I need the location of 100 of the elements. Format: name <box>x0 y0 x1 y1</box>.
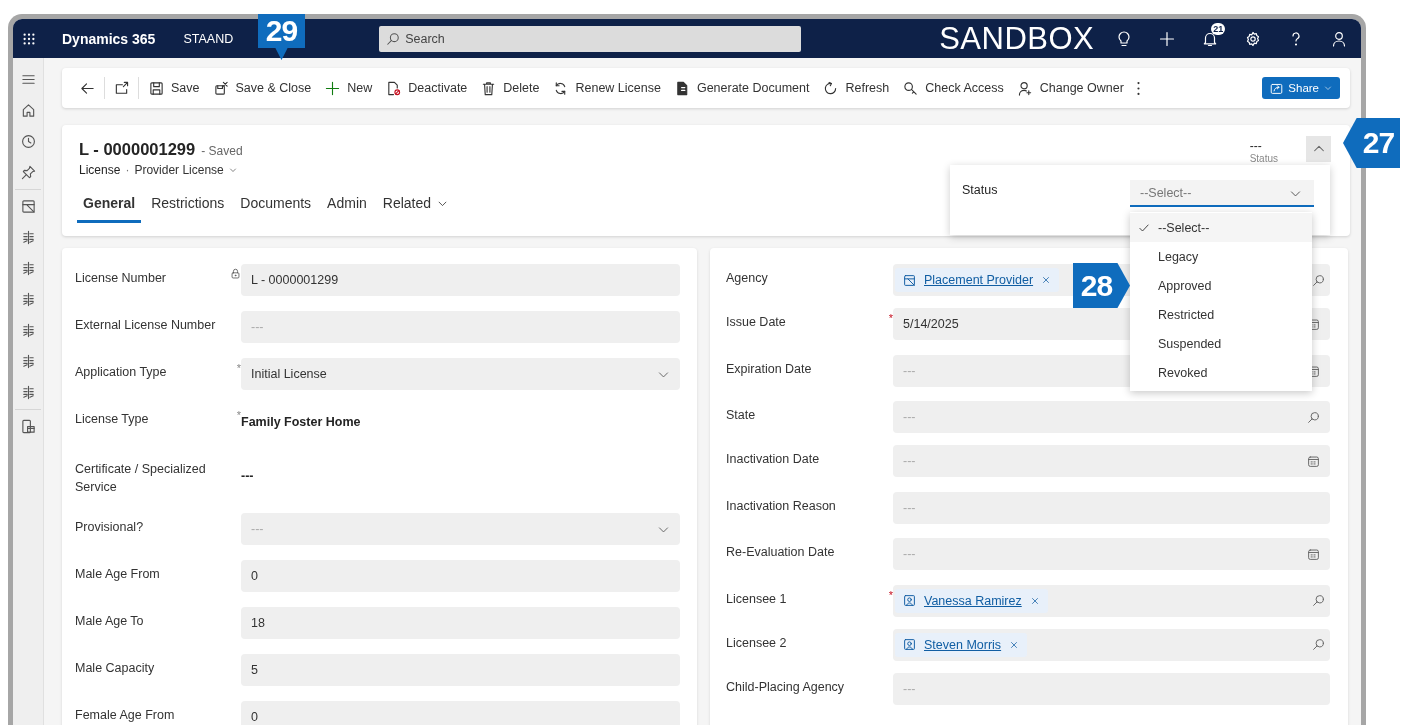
command-button[interactable]: Deactivate <box>379 73 475 103</box>
header-label: Status <box>1249 153 1278 165</box>
input-field[interactable]: --- <box>893 538 1330 570</box>
menu-icon <box>20 72 36 87</box>
field-label: Certificate / Specialized Service <box>75 461 207 496</box>
calendar-icon <box>1307 455 1320 468</box>
save-status: - Saved <box>201 144 243 158</box>
document-icon <box>20 419 36 434</box>
dropdown-option[interactable]: Revoked <box>1130 358 1312 387</box>
search-icon <box>1312 638 1325 651</box>
lookup-tag[interactable]: Placement Provider <box>895 268 1060 292</box>
pin-icon <box>20 165 36 180</box>
command-button[interactable]: Save & Close <box>206 73 319 103</box>
field-value: Family Foster Home <box>241 415 362 429</box>
lookup-field[interactable]: --- <box>893 401 1330 433</box>
field-label: Expiration Date <box>726 360 813 378</box>
input-field[interactable]: L - 0000001299 <box>241 264 680 296</box>
field-label: Re-Evaluation Date <box>726 544 836 561</box>
contact-icon <box>903 594 916 607</box>
grid-icon <box>20 261 36 276</box>
search-icon <box>1307 411 1320 424</box>
tab[interactable]: Restrictions <box>145 189 231 223</box>
command-button[interactable]: Refresh <box>816 73 897 103</box>
search-icon <box>386 31 401 46</box>
clock-icon <box>20 134 36 149</box>
grid-icon <box>20 292 36 307</box>
field-value: --- <box>241 468 255 483</box>
form-selector[interactable]: Provider License <box>134 163 237 177</box>
input-field[interactable]: 18 <box>241 607 680 639</box>
command-button[interactable]: Save <box>142 73 207 103</box>
command-button[interactable]: Change Owner <box>1010 73 1131 103</box>
lookup-field[interactable]: Steven Morris <box>893 628 1330 661</box>
field-label: Licensee 1 <box>726 590 788 608</box>
document-icon <box>674 80 690 96</box>
calendar-icon <box>1307 548 1320 561</box>
refresh-icon <box>823 80 839 96</box>
field-label: Provisional? <box>75 519 145 536</box>
field-label: Status <box>962 183 999 197</box>
required-mark: * <box>888 588 893 601</box>
share-icon <box>1270 81 1284 95</box>
input-field[interactable]: --- <box>893 491 1330 524</box>
dropdown-field[interactable]: Initial License <box>241 358 680 390</box>
deactivate-icon <box>386 80 402 96</box>
field-label: License Type <box>75 411 150 428</box>
tab[interactable]: Admin <box>321 189 373 223</box>
lookup-tag[interactable]: Vanessa Ramirez <box>895 588 1048 613</box>
input-field[interactable]: 0 <box>241 560 680 592</box>
input-field[interactable]: --- <box>241 311 680 343</box>
tab[interactable]: General <box>77 189 142 223</box>
field-label: Application Type <box>75 364 168 381</box>
back-arrow-icon <box>80 80 95 96</box>
field-label: Agency <box>726 270 769 287</box>
command-button[interactable]: New <box>318 73 380 103</box>
dropdown-option[interactable]: --Select-- <box>1130 213 1312 242</box>
input-field[interactable]: --- <box>893 445 1330 477</box>
record-link[interactable]: Vanessa Ramirez <box>924 593 1022 608</box>
search-field[interactable]: Search <box>379 25 802 52</box>
tab[interactable]: Documents <box>234 189 318 223</box>
field-label: External License Number <box>75 317 217 334</box>
input-field[interactable]: 5 <box>241 654 680 686</box>
field-label: Male Age To <box>75 613 145 630</box>
record-link[interactable]: Placement Provider <box>924 273 1034 287</box>
record-link[interactable]: Steven Morris <box>924 637 1002 652</box>
command-button[interactable]: Check Access <box>896 73 1011 103</box>
command-button[interactable]: Renew License <box>546 73 668 103</box>
input-field[interactable]: --- <box>893 672 1330 705</box>
grid-icon <box>20 354 36 369</box>
command-button[interactable]: Generate Document <box>667 73 817 103</box>
field-label: Inactivation Date <box>726 451 821 468</box>
settings-icon <box>1244 30 1261 47</box>
lookup-tag[interactable]: Steven Morris <box>895 632 1028 657</box>
caret-icon <box>1324 84 1332 92</box>
tab[interactable]: Related <box>376 189 455 223</box>
grid-icon <box>20 385 36 400</box>
check-icon <box>1138 221 1150 234</box>
entity-icon <box>20 199 36 214</box>
contact-icon <box>903 638 916 651</box>
field-label: Issue Date <box>726 314 787 331</box>
lookup-field[interactable]: Vanessa Ramirez <box>893 584 1330 617</box>
dropdown-field[interactable]: --- <box>241 513 680 545</box>
save-close-icon <box>213 80 229 96</box>
input-field[interactable]: 0 <box>241 701 680 725</box>
app-name[interactable]: Dynamics 365 <box>62 30 156 47</box>
share-button[interactable]: Share <box>1262 77 1340 99</box>
lightbulb-icon <box>1115 30 1132 47</box>
field-label: Licensee 2 <box>726 634 788 652</box>
grid-icon <box>20 323 36 338</box>
dropdown-field[interactable]: --Select-- <box>1130 180 1314 207</box>
trash-icon <box>481 80 497 96</box>
remove-icon <box>1041 275 1052 285</box>
search-icon <box>1312 273 1325 287</box>
separator: · <box>125 163 130 177</box>
field-label: Male Age From <box>75 566 161 583</box>
header-value: --- <box>1249 140 1262 153</box>
bell-button[interactable]: 21 <box>1196 25 1224 52</box>
plus-icon <box>1158 30 1175 47</box>
field-label: State <box>726 407 757 424</box>
save-icon <box>149 80 164 96</box>
field-label: Inactivation Reason <box>726 497 837 515</box>
command-button[interactable]: Delete <box>474 73 547 103</box>
